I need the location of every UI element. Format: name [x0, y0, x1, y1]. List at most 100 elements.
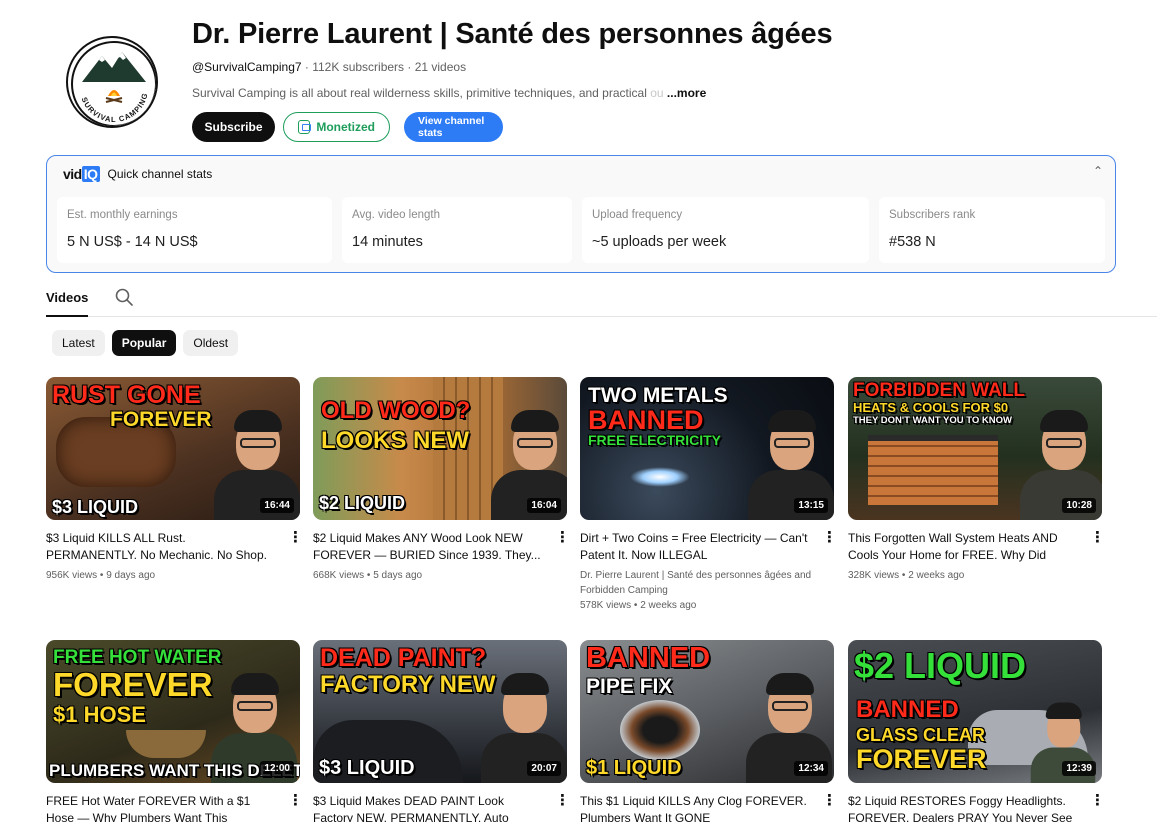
video-thumbnail[interactable]: FREE HOT WATER FOREVER $1 HOSE PLUMBERS …: [46, 640, 300, 783]
stat-card-subscribers-rank: Subscribers rank #538 N: [879, 197, 1105, 263]
vidiq-stats-panel: vid IQ Quick channel stats ⌃ Est. monthly…: [46, 155, 1116, 273]
stat-label: Est. monthly earnings: [67, 209, 178, 221]
thumb-text: GLASS CLEAR: [856, 725, 986, 745]
thumb-text: $1 LIQUID: [586, 757, 682, 779]
video-thumbnail[interactable]: FORBIDDEN WALL HEATS & COOLS FOR $0 THEY…: [848, 377, 1102, 520]
channel-tabs: Videos: [46, 282, 1157, 317]
tab-videos[interactable]: Videos: [46, 290, 89, 317]
video-duration: 12:00: [260, 761, 294, 776]
thumb-text: FACTORY NEW: [320, 671, 496, 698]
more-options-icon[interactable]: ⋮: [288, 530, 303, 546]
video-thumbnail[interactable]: BANNED PIPE FIX $1 LIQUID 12:34: [580, 640, 834, 783]
video-duration: 20:07: [527, 761, 561, 776]
thumb-text: HEATS & COOLS FOR $0: [853, 400, 1009, 415]
thumb-text: TWO METALS: [588, 384, 728, 407]
more-options-icon[interactable]: ⋮: [822, 793, 837, 809]
video-card[interactable]: BANNED PIPE FIX $1 LIQUID 12:34 This $1 …: [580, 640, 837, 822]
video-channel[interactable]: Dr. Pierre Laurent | Santé des personnes…: [580, 568, 812, 598]
view-channel-stats-button[interactable]: View channel stats: [404, 112, 503, 142]
video-duration: 12:34: [794, 761, 828, 776]
thumb-text: BANNED: [588, 405, 704, 435]
chevron-up-icon[interactable]: ⌃: [1093, 164, 1103, 178]
mountain-logo-icon: SURVIVAL CAMPING: [71, 41, 156, 126]
thumb-text: $3 LIQUID: [319, 757, 415, 779]
channel-handle[interactable]: @SurvivalCamping7: [192, 60, 302, 74]
thumb-text: FORBIDDEN WALL: [853, 380, 1026, 401]
video-card[interactable]: DEAD PAINT? FACTORY NEW $3 LIQUID 20:07 …: [313, 640, 570, 822]
stat-label: Upload frequency: [592, 209, 683, 221]
stat-label: Avg. video length: [352, 209, 441, 221]
more-options-icon[interactable]: ⋮: [555, 530, 570, 546]
thumb-text: FOREVER: [53, 666, 213, 703]
chip-popular[interactable]: Popular: [111, 330, 177, 356]
video-title[interactable]: Dirt + Two Coins = Free Electricity — Ca…: [580, 530, 812, 564]
thumb-text: BANNED: [586, 642, 711, 674]
video-card[interactable]: FREE HOT WATER FOREVER $1 HOSE PLUMBERS …: [46, 640, 303, 822]
more-options-icon[interactable]: ⋮: [288, 793, 303, 809]
thumb-text: OLD WOOD?: [321, 397, 471, 424]
more-options-icon[interactable]: ⋮: [1090, 793, 1105, 809]
stat-card-video-length: Avg. video length 14 minutes: [342, 197, 572, 263]
thumb-text: $2 LIQUID: [854, 645, 1027, 686]
more-options-icon[interactable]: ⋮: [822, 530, 837, 546]
video-card[interactable]: FORBIDDEN WALL HEATS & COOLS FOR $0 THEY…: [848, 377, 1105, 583]
video-title[interactable]: This $1 Liquid KILLS Any Clog FOREVER. P…: [580, 793, 812, 822]
video-info: $3 Liquid KILLS ALL Rust. PERMANENTLY. N…: [46, 530, 303, 583]
thumb-text: FOREVER: [110, 408, 212, 431]
stat-card-upload-frequency: Upload frequency ~5 uploads per week: [582, 197, 869, 263]
more-options-icon[interactable]: ⋮: [555, 793, 570, 809]
video-title[interactable]: $2 Liquid RESTORES Foggy Headlights. FOR…: [848, 793, 1080, 822]
video-duration: 10:28: [1062, 498, 1096, 513]
thumb-text: LOOKS NEW: [321, 427, 469, 454]
video-info: $2 Liquid Makes ANY Wood Look NEW FOREVE…: [313, 530, 570, 583]
video-meta: 668K views • 5 days ago: [313, 570, 423, 581]
video-thumbnail[interactable]: DEAD PAINT? FACTORY NEW $3 LIQUID 20:07: [313, 640, 567, 783]
video-card[interactable]: TWO METALS BANNED FREE ELECTRICITY 13:15…: [580, 377, 837, 613]
sort-chips: Latest Popular Oldest: [52, 330, 239, 356]
stat-card-earnings: Est. monthly earnings 5 N US$ - 14 N US$: [57, 197, 332, 263]
video-thumbnail[interactable]: $2 LIQUID BANNED GLASS CLEAR FOREVER 12:…: [848, 640, 1102, 783]
video-thumbnail[interactable]: RUST GONE FOREVER $3 LIQUID 16:44: [46, 377, 300, 520]
video-thumbnail[interactable]: OLD WOOD? LOOKS NEW $2 LIQUID 16:04: [313, 377, 567, 520]
thumb-text: $1 HOSE: [53, 702, 146, 727]
description-fade: ou: [646, 86, 664, 100]
video-card[interactable]: $2 LIQUID BANNED GLASS CLEAR FOREVER 12:…: [848, 640, 1105, 822]
video-title[interactable]: $3 Liquid Makes DEAD PAINT Look Factory …: [313, 793, 545, 822]
video-duration: 16:04: [527, 498, 561, 513]
video-meta: 328K views • 2 weeks ago: [848, 570, 965, 581]
stat-value: #538 N: [889, 234, 936, 250]
thumb-text: THEY DON'T WANT YOU TO KNOW: [853, 415, 1013, 426]
channel-actions: Subscribe Monetized View channel stats: [192, 112, 503, 142]
video-title[interactable]: FREE Hot Water FOREVER With a $1 Hose — …: [46, 793, 278, 822]
video-card[interactable]: OLD WOOD? LOOKS NEW $2 LIQUID 16:04 $2 L…: [313, 377, 570, 583]
channel-description[interactable]: Survival Camping is all about real wilde…: [192, 86, 706, 100]
video-info: $2 Liquid RESTORES Foggy Headlights. FOR…: [848, 793, 1105, 822]
chip-latest[interactable]: Latest: [52, 330, 105, 356]
video-title[interactable]: This Forgotten Wall System Heats AND Coo…: [848, 530, 1080, 564]
monetized-button[interactable]: Monetized: [283, 112, 390, 142]
thumb-text: BANNED: [856, 696, 959, 723]
more-link[interactable]: ...more: [667, 86, 706, 100]
video-info: $3 Liquid Makes DEAD PAINT Look Factory …: [313, 793, 570, 822]
video-title[interactable]: $2 Liquid Makes ANY Wood Look NEW FOREVE…: [313, 530, 545, 564]
chip-oldest[interactable]: Oldest: [183, 330, 239, 356]
vidiq-title: Quick channel stats: [107, 167, 213, 181]
subscribe-button[interactable]: Subscribe: [192, 112, 275, 142]
video-card[interactable]: RUST GONE FOREVER $3 LIQUID 16:44 $3 Liq…: [46, 377, 303, 583]
vidiq-header: vid IQ Quick channel stats: [63, 166, 212, 182]
video-duration: 13:15: [794, 498, 828, 513]
video-title[interactable]: $3 Liquid KILLS ALL Rust. PERMANENTLY. N…: [46, 530, 278, 564]
channel-avatar[interactable]: SURVIVAL CAMPING: [66, 36, 158, 128]
stat-value: ~5 uploads per week: [592, 234, 727, 250]
thumb-text: DEAD PAINT?: [320, 644, 487, 672]
spark-graphic: [630, 467, 690, 487]
thumb-text: $2 LIQUID: [319, 493, 406, 513]
video-meta: 578K views • 2 weeks ago: [580, 600, 697, 611]
monetization-icon: [298, 120, 312, 134]
vidiq-logo: vid IQ: [63, 166, 100, 182]
video-info: Dirt + Two Coins = Free Electricity — Ca…: [580, 530, 837, 613]
search-icon[interactable]: [114, 287, 134, 307]
video-thumbnail[interactable]: TWO METALS BANNED FREE ELECTRICITY 13:15: [580, 377, 834, 520]
more-options-icon[interactable]: ⋮: [1090, 530, 1105, 546]
stat-value: 5 N US$ - 14 N US$: [67, 234, 198, 250]
